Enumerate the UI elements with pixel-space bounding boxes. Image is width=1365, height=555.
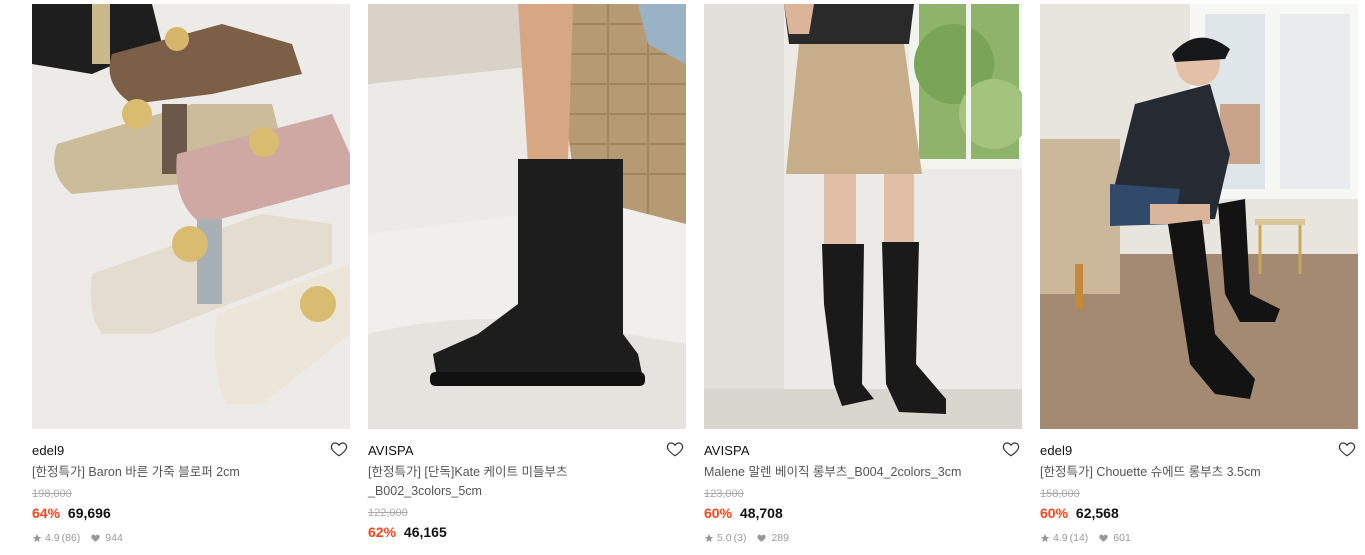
- product-card[interactable]: AVISPA [한정특가] [단독]Kate 케이트 미들부츠 _B002_3c…: [368, 4, 686, 542]
- product-image[interactable]: [368, 4, 686, 429]
- product-title[interactable]: [한정특가] Chouette 슈에뜨 롱부츠 3.5cm: [1040, 463, 1340, 482]
- product-title[interactable]: [한정특가] Baron 바른 가죽 블로퍼 2cm: [32, 463, 272, 482]
- discount-rate: 60%: [1040, 505, 1069, 521]
- product-card[interactable]: edel9 [한정특가] Baron 바른 가죽 블로퍼 2cm 198,000…: [32, 4, 350, 545]
- original-price: 158,000: [1040, 488, 1080, 500]
- rating-value: 5.0: [717, 532, 732, 544]
- sale-price: 46,165: [403, 524, 447, 540]
- price-row: 62% 46,165: [368, 524, 686, 542]
- sale-price: 48,708: [739, 505, 783, 521]
- heart-filled-icon: [1099, 534, 1108, 542]
- review-count: (3): [733, 532, 747, 544]
- star-icon: [704, 533, 714, 542]
- heart-filled-icon: [757, 534, 767, 542]
- sale-price: 62,568: [1075, 505, 1119, 521]
- discount-rate: 62%: [368, 524, 397, 540]
- rating-value: 4.9: [45, 532, 60, 544]
- like-count: 944: [105, 532, 123, 544]
- product-image[interactable]: [32, 4, 350, 429]
- like-count: 601: [1113, 532, 1131, 544]
- original-price: 123,000: [704, 488, 744, 500]
- review-count: (14): [1069, 532, 1089, 544]
- original-price: 122,000: [368, 507, 408, 519]
- sale-price: 69,696: [67, 505, 111, 521]
- product-image[interactable]: [1040, 4, 1358, 429]
- price-row: 60% 62,568: [1040, 505, 1358, 523]
- heart-outline-icon[interactable]: [1338, 440, 1356, 458]
- discount-rate: 60%: [704, 505, 733, 521]
- review-count: (86): [61, 532, 81, 544]
- price-row: 60% 48,708: [704, 505, 1022, 523]
- brand-name[interactable]: AVISPA: [368, 443, 414, 458]
- heart-filled-icon: [91, 534, 100, 542]
- product-card[interactable]: AVISPA Malene 말렌 베이직 롱부츠_B004_2colors_3c…: [704, 4, 1022, 545]
- star-icon: [1040, 533, 1050, 542]
- original-price: 198,000: [32, 488, 72, 500]
- heart-outline-icon[interactable]: [666, 440, 684, 458]
- brand-name[interactable]: edel9: [1040, 443, 1072, 458]
- rating-value: 4.9: [1053, 532, 1068, 544]
- star-icon: [32, 533, 42, 542]
- discount-rate: 64%: [32, 505, 61, 521]
- product-stats: 4.9 (14) 601: [1040, 531, 1358, 545]
- product-title[interactable]: Malene 말렌 베이직 롱부츠_B004_2colors_3cm: [704, 463, 1004, 482]
- brand-name[interactable]: AVISPA: [704, 443, 750, 458]
- heart-outline-icon[interactable]: [1002, 440, 1020, 458]
- product-card[interactable]: edel9 [한정특가] Chouette 슈에뜨 롱부츠 3.5cm 158,…: [1040, 4, 1358, 545]
- product-image[interactable]: [704, 4, 1022, 429]
- heart-outline-icon[interactable]: [330, 440, 348, 458]
- price-row: 64% 69,696: [32, 505, 350, 523]
- brand-name[interactable]: edel9: [32, 443, 64, 458]
- like-count: 289: [771, 532, 789, 544]
- product-stats: 5.0 (3) 289: [704, 531, 1022, 545]
- product-title[interactable]: [한정특가] [단독]Kate 케이트 미들부츠 _B002_3colors_5…: [368, 463, 583, 501]
- product-stats: 4.9 (86) 944: [32, 531, 350, 545]
